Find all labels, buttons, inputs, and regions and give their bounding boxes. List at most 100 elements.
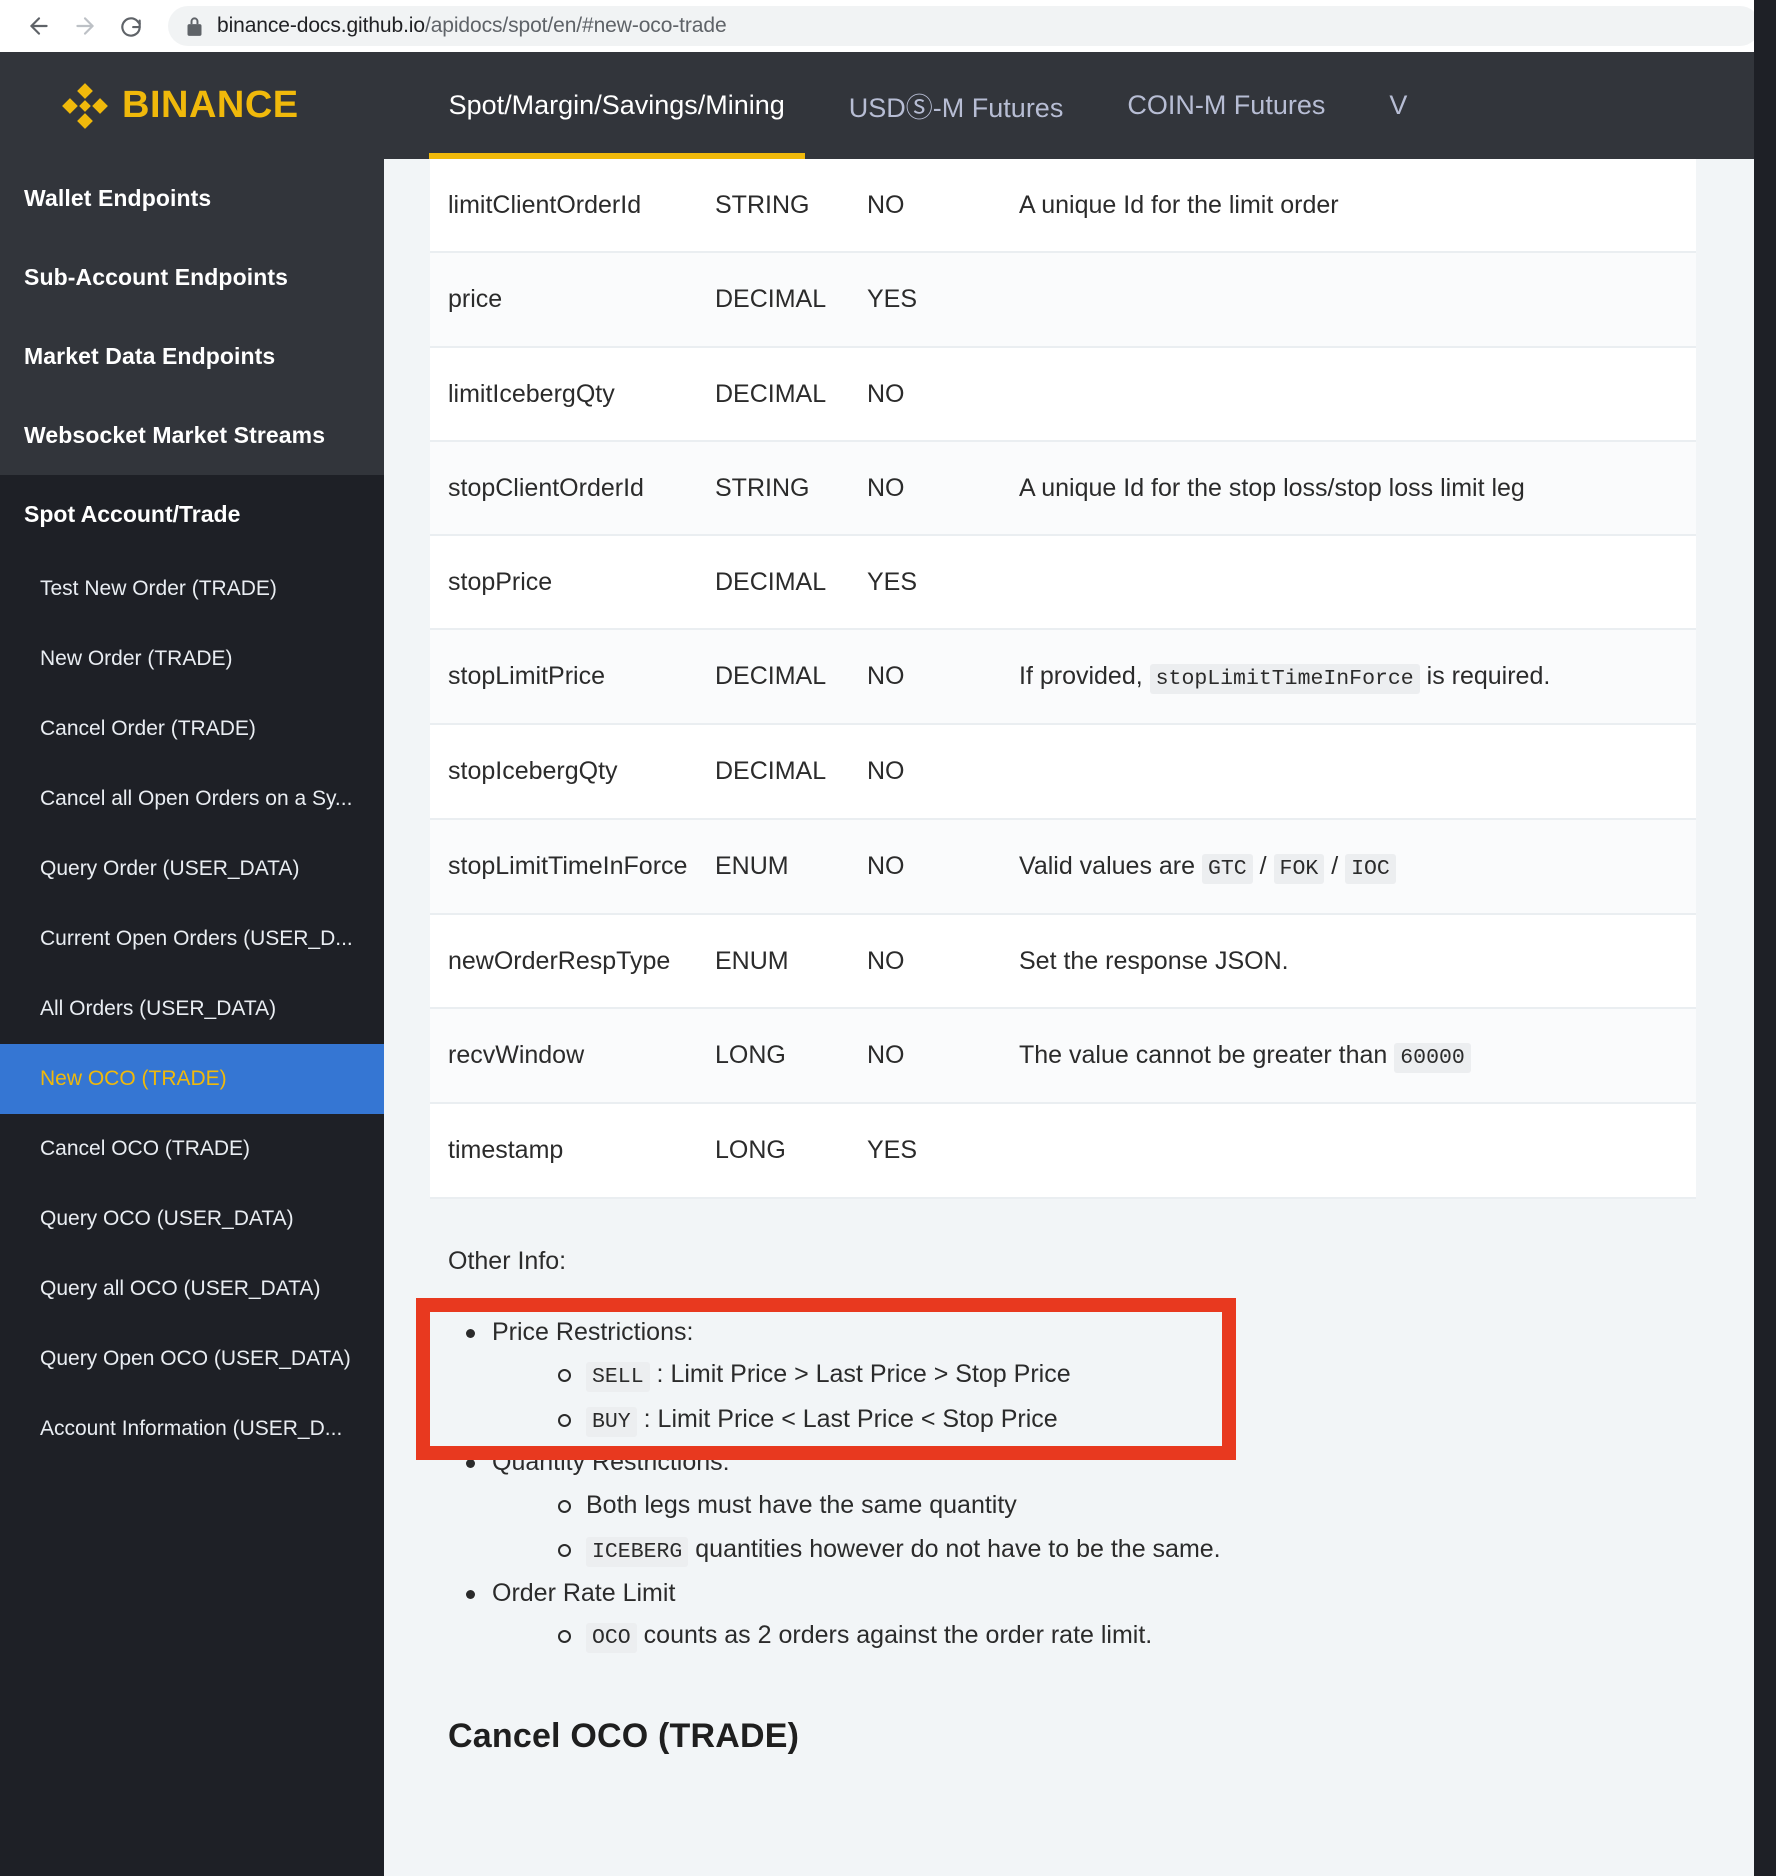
header-nav-label: V — [1389, 90, 1408, 120]
inline-text: / — [1324, 851, 1346, 880]
sidebar-item-account-information-user-d[interactable]: Account Information (USER_D... — [0, 1394, 384, 1464]
param-description-cell — [1019, 724, 1696, 820]
inline-text: is required. — [1419, 662, 1551, 691]
sidebar-item-label: Account Information (USER_D... — [40, 1417, 343, 1440]
sidebar-item-query-oco-user-data[interactable]: Query OCO (USER_DATA) — [0, 1184, 384, 1254]
sidebar-item-new-order-trade[interactable]: New Order (TRADE) — [0, 624, 384, 694]
list-item: Order Rate Limit OCO counts as 2 orders a… — [464, 1575, 1714, 1655]
other-info-list: Price Restrictions: SELL : Limit Price > … — [430, 1314, 1714, 1655]
binance-logo[interactable]: BINANCE — [62, 82, 299, 129]
sidebar-item-label: Cancel all Open Orders on a Sy... — [40, 787, 353, 810]
sidebar-item-cancel-order-trade[interactable]: Cancel Order (TRADE) — [0, 694, 384, 764]
forward-button[interactable] — [62, 3, 108, 49]
param-mandatory-cell: NO — [867, 913, 1019, 1010]
sidebar-item-label: All Orders (USER_DATA) — [40, 997, 277, 1020]
header-nav-item-truncated[interactable]: V — [1357, 52, 1439, 159]
sidebar-item-test-new-order-trade[interactable]: Test New Order (TRADE) — [0, 554, 384, 624]
header-nav: Spot/Margin/Savings/Mining USDⓈ-M Future… — [417, 52, 1776, 159]
param-type-cell: DECIMAL — [715, 629, 867, 726]
reload-button[interactable] — [108, 3, 154, 49]
sidebar-item-sub-account-endpoints[interactable]: Sub-Account Endpoints — [0, 238, 384, 317]
sidebar-item-label: Wallet Endpoints — [24, 185, 212, 211]
table-row: price DECIMAL YES — [430, 252, 1696, 348]
sidebar-item-query-all-oco-user-data[interactable]: Query all OCO (USER_DATA) — [0, 1254, 384, 1324]
list-item: SELL : Limit Price > Last Price > Stop P… — [556, 1355, 1714, 1394]
sidebar-item-new-oco-trade[interactable]: New OCO (TRADE) — [0, 1044, 384, 1114]
sidebar-item-label: Query all OCO (USER_DATA) — [40, 1277, 321, 1300]
inline-text: Order Rate Limit — [492, 1578, 676, 1607]
table-row: newOrderRespType ENUM NO Set the response J… — [430, 913, 1696, 1010]
request-parameters-table: limitClientOrderId STRING NO A unique Id fo… — [430, 159, 1696, 1199]
param-name-cell: newOrderRespType — [430, 913, 715, 1010]
sidebar-sub-list: Test New Order (TRADE) New Order (TRADE) C… — [0, 554, 384, 1464]
inline-code: OCO — [586, 1623, 637, 1654]
inline-text: counts as 2 orders against the order rat… — [636, 1621, 1153, 1650]
sidebar-item-label: Cancel OCO (TRADE) — [40, 1137, 251, 1160]
param-description-cell: A unique Id for the stop loss/stop loss … — [1019, 440, 1696, 537]
sidebar-item-label: Query OCO (USER_DATA) — [40, 1207, 294, 1230]
param-mandatory-cell: YES — [867, 535, 1019, 631]
sidebar-item-label: Test New Order (TRADE) — [40, 577, 277, 600]
sidebar-item-cancel-oco-trade[interactable]: Cancel OCO (TRADE) — [0, 1114, 384, 1184]
back-button[interactable] — [16, 3, 62, 49]
sidebar-item-label: New Order (TRADE) — [40, 647, 233, 670]
inline-text: The value cannot be greater than — [1019, 1041, 1395, 1070]
address-bar[interactable]: binance-docs.github.io/apidocs/spot/en/#… — [168, 6, 1760, 46]
header-nav-label: Spot/Margin/Savings/Mining — [448, 90, 785, 120]
sidebar-item-label: Query Order (USER_DATA) — [40, 857, 300, 880]
url-domain: binance-docs.github.io — [217, 14, 425, 37]
param-name-cell: stopPrice — [430, 535, 715, 631]
param-type-cell: LONG — [715, 1103, 867, 1199]
param-mandatory-cell: NO — [867, 346, 1019, 442]
sidebar-item-current-open-orders-user-d[interactable]: Current Open Orders (USER_D... — [0, 904, 384, 974]
sidebar-item-websocket-market-streams[interactable]: Websocket Market Streams — [0, 396, 384, 475]
inline-text: Valid values are — [1019, 851, 1202, 880]
param-type-cell: LONG — [715, 1008, 867, 1105]
inline-text: quantities however do not have to be the… — [688, 1534, 1221, 1563]
param-mandatory-cell: YES — [867, 252, 1019, 348]
sidebar-item-query-order-user-data[interactable]: Query Order (USER_DATA) — [0, 834, 384, 904]
param-description-cell — [1019, 252, 1696, 348]
sidebar-item-all-orders-user-data[interactable]: All Orders (USER_DATA) — [0, 974, 384, 1044]
other-info-label: Other Info: — [448, 1246, 567, 1275]
table-row: stopIcebergQty DECIMAL NO — [430, 724, 1696, 820]
inline-text: : Limit Price < Last Price < Stop Price — [636, 1404, 1058, 1433]
list-item: Quantity Restrictions: Both legs must hav… — [464, 1444, 1714, 1568]
inline-text: Quantity Restrictions: — [492, 1448, 730, 1477]
param-type-cell: ENUM — [715, 818, 867, 915]
page-body: Wallet Endpoints Sub-Account Endpoints Mar… — [0, 0, 1776, 1876]
inline-text: Both legs must have the same quantity — [586, 1490, 1017, 1519]
inline-code: IOC — [1345, 853, 1396, 884]
header-nav-item-coin-m-futures[interactable]: COIN-M Futures — [1095, 52, 1357, 159]
browser-toolbar: binance-docs.github.io/apidocs/spot/en/#… — [0, 0, 1776, 52]
param-mandatory-cell: NO — [867, 629, 1019, 726]
sidebar-item-wallet-endpoints[interactable]: Wallet Endpoints — [0, 159, 384, 238]
param-description-cell: Valid values are GTC / FOK / IOC — [1019, 818, 1696, 915]
list-item: Both legs must have the same quantity — [556, 1486, 1714, 1524]
param-mandatory-cell: NO — [867, 818, 1019, 915]
param-mandatory-cell: NO — [867, 1008, 1019, 1105]
param-description-cell: Set the response JSON. — [1019, 913, 1696, 1010]
header-nav-item-spot[interactable]: Spot/Margin/Savings/Mining — [417, 52, 817, 159]
inline-code: BUY — [586, 1406, 637, 1437]
inline-text: A unique Id for the stop loss/stop loss … — [1019, 473, 1525, 502]
sidebar-item-label: Websocket Market Streams — [24, 422, 326, 448]
table-row: stopLimitTimeInForce ENUM NO Valid values a… — [430, 818, 1696, 915]
sidebar-group-label: Spot Account/Trade — [24, 501, 241, 527]
param-type-cell: STRING — [715, 159, 867, 254]
nested-list: Both legs must have the same quantity ICE… — [492, 1486, 1714, 1569]
sidebar-item-market-data-endpoints[interactable]: Market Data Endpoints — [0, 317, 384, 396]
inline-code: 60000 — [1394, 1043, 1471, 1074]
header-nav-item-usd-m-futures[interactable]: USDⓈ-M Futures — [817, 52, 1096, 159]
param-description-cell — [1019, 1103, 1696, 1199]
inline-code: stopLimitTimeInForce — [1149, 664, 1420, 695]
right-dark-gutter — [1754, 0, 1776, 1876]
list-item: ICEBERG quantities however do not have t… — [556, 1530, 1714, 1569]
sidebar-group-spot-account-trade[interactable]: Spot Account/Trade — [0, 475, 384, 554]
inline-code: ICEBERG — [586, 1536, 689, 1567]
inline-text: A unique Id for the limit order — [1019, 191, 1339, 219]
sidebar-item-query-open-oco-user-data[interactable]: Query Open OCO (USER_DATA) — [0, 1324, 384, 1394]
sidebar-top-group: Wallet Endpoints Sub-Account Endpoints Mar… — [0, 159, 384, 475]
sidebar-item-cancel-all-open-orders-on-a-sy[interactable]: Cancel all Open Orders on a Sy... — [0, 764, 384, 834]
sidebar-item-label: Market Data Endpoints — [24, 343, 276, 369]
